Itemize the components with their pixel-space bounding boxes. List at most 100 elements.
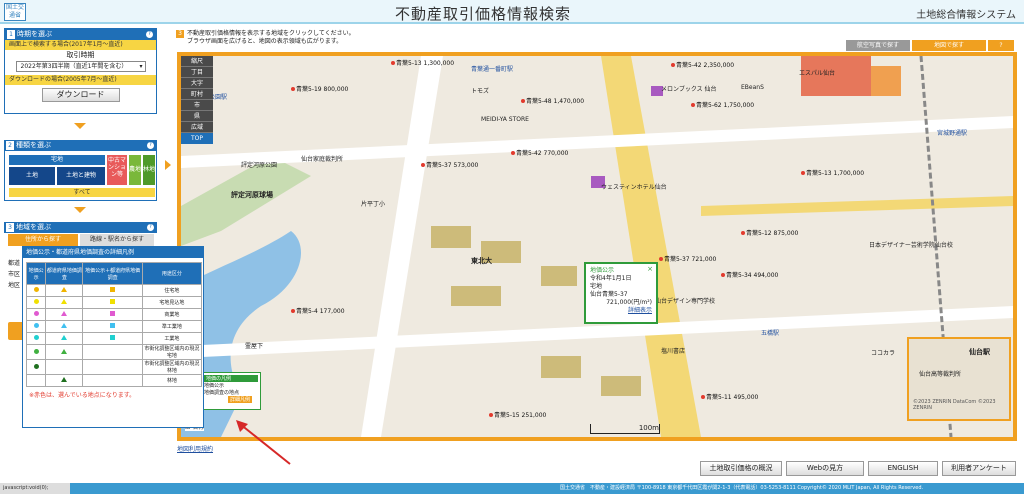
minimap[interactable]: 仙台高等裁判所 仙台駅 ©2023 ZENRIN DataCom ©2023 Z… <box>907 337 1011 421</box>
type-tochi[interactable]: 土地 <box>9 167 55 185</box>
legend-note: ※赤色は、選んでいる地点になります。 <box>29 392 136 399</box>
triangle-icon <box>61 299 68 304</box>
station-building <box>871 66 901 96</box>
arrow-right-icon <box>165 160 171 170</box>
layer-item[interactable]: 町村 <box>181 89 213 100</box>
chevron-down-icon: ▾ <box>139 63 143 70</box>
price-marker[interactable]: 青葉5-37 573,000 <box>421 160 478 169</box>
map-label[interactable]: 片平丁小 <box>361 199 385 208</box>
map-label[interactable]: 日本デザイナー芸術学院仙台校 <box>869 240 953 249</box>
price-marker[interactable]: 青葉5-4 177,000 <box>291 306 345 315</box>
legend-row: 市街化調整区域内の現況林地 <box>25 359 203 375</box>
campus-building <box>601 376 641 396</box>
map-label[interactable]: ウェスティンホテル仙台 <box>601 182 667 191</box>
footer-link-guide[interactable]: Webの見方 <box>786 461 864 476</box>
help-icon[interactable]: ? <box>147 224 154 231</box>
download-bar: ダウンロードの場合(2005年7月～直近) <box>5 75 156 85</box>
legend-row: 林地 <box>25 374 203 387</box>
price-marker[interactable]: 青葉5-42 770,000 <box>511 148 568 157</box>
layer-item[interactable]: 市 <box>181 100 213 111</box>
download-button[interactable]: ダウンロード <box>41 88 120 102</box>
tab-station[interactable]: 路線・駅名から探す <box>80 234 154 246</box>
period-select[interactable]: 2022年第3四半期（直近1年間を含む） ▾ <box>15 61 146 72</box>
map-label[interactable]: MEIDI-YA STORE <box>481 116 529 123</box>
tab-aerial-photo[interactable]: 航空写真で探す <box>846 40 910 51</box>
map-label[interactable]: EBeanS <box>741 84 764 91</box>
map-terms-link[interactable]: 地図利用規約 <box>177 444 213 453</box>
map-label[interactable]: エスパル仙台 <box>799 68 835 77</box>
legend-col: 用途区分 <box>141 262 203 285</box>
type-grid: 宅地 土地 土地と建物 中古マンション等 農地 林地 すべて <box>4 151 157 201</box>
price-marker[interactable]: 青葉5-13 1,700,000 <box>801 168 864 177</box>
step-number: 3 <box>6 223 14 232</box>
popup-detail-link[interactable]: 詳細表示 <box>628 307 652 314</box>
legend-row: 住宅地 <box>25 284 203 297</box>
map-label[interactable]: 青葉通一番町駅 <box>471 64 513 73</box>
close-icon[interactable]: × <box>647 265 653 273</box>
map-label[interactable]: 五橋駅 <box>761 328 779 337</box>
footer-link-survey[interactable]: 利用者アンケート <box>942 461 1016 476</box>
type-nochi[interactable]: 農地 <box>129 155 141 185</box>
price-marker[interactable]: 青葉5-48 1,470,000 <box>521 96 584 105</box>
minimap-label: 仙台高等裁判所 <box>919 371 962 378</box>
price-marker[interactable]: 青葉5-62 1,750,000 <box>691 100 754 109</box>
map-area[interactable]: 東北大 青葉通一番町駅 大町西公園駅 評定河原公園 評定河原球場 仙台家庭裁判所… <box>177 52 1017 441</box>
map-label[interactable]: ココカラ <box>871 348 895 357</box>
footer-link-english[interactable]: ENGLISH <box>868 461 938 476</box>
layer-top-button[interactable]: TOP <box>181 133 213 144</box>
price-marker[interactable]: 青葉5-34 494,000 <box>721 270 778 279</box>
detail-legend-button[interactable]: 詳細凡例 <box>228 396 253 403</box>
status-bar: javascript:void(0); 国土交通省 不動産・建設経済局 〒100… <box>0 483 1024 494</box>
map-label[interactable]: 評定河原球場 <box>231 190 273 200</box>
layer-item[interactable]: 丁目 <box>181 67 213 78</box>
type-all[interactable]: すべて <box>9 188 155 197</box>
legend-use: 宅地見込地 <box>141 296 203 309</box>
price-marker[interactable]: 青葉5-15 251,000 <box>489 410 546 419</box>
type-chuko[interactable]: 中古マンション等 <box>107 155 127 185</box>
legend-col: 地価公示＋都道府県地価調査 <box>82 262 143 285</box>
price-marker[interactable]: 青葉5-42 2,350,000 <box>671 60 734 69</box>
type-tochi-tatemono[interactable]: 土地と建物 <box>57 167 105 185</box>
price-marker-selected[interactable]: 青葉5-37 721,000 <box>659 254 716 263</box>
layer-item[interactable]: 広域 <box>181 122 213 133</box>
price-marker[interactable]: 青葉5-19 800,000 <box>291 84 348 93</box>
circle-icon <box>33 311 39 316</box>
square-icon <box>110 287 116 292</box>
type-takuchi[interactable]: 宅地 <box>9 155 105 165</box>
price-marker[interactable]: 青葉5-11 495,000 <box>701 392 758 401</box>
price-marker[interactable]: 青葉5-13 1,300,000 <box>391 58 454 67</box>
footer-link-overview[interactable]: 土地取引価格の概況 <box>700 461 782 476</box>
map-label[interactable]: 霊屋下 <box>245 341 263 350</box>
type-rinchi[interactable]: 林地 <box>143 155 155 185</box>
map-label[interactable]: 仙台家庭裁判所 <box>301 154 343 163</box>
map-label[interactable]: 仙台デザイン専門学校 <box>655 296 715 305</box>
map-label[interactable]: 宮城野通駅 <box>937 128 967 137</box>
map-label[interactable]: 東北大 <box>471 256 492 266</box>
triangle-icon <box>61 323 68 328</box>
tab-map[interactable]: 地図で探す <box>912 40 986 51</box>
square-icon <box>110 299 116 304</box>
legend-use: 工業地 <box>141 332 203 345</box>
legend-row: 市街化調整区域内の現況宅地 <box>25 344 203 360</box>
screen-search-bar: 画面上で検索する場合(2017年1月～直近) <box>5 40 156 50</box>
site-header: 国土交通省 不動産取引価格情報検索 土地総合情報システム <box>0 0 1024 24</box>
layer-list: 縮尺 丁目 大字 町村 市 県 広域 TOP <box>181 56 213 144</box>
map-label[interactable]: メロンブックス 仙台 <box>661 84 717 93</box>
map-label[interactable]: 評定河原公園 <box>241 160 277 169</box>
layer-item[interactable]: 県 <box>181 111 213 122</box>
help-icon[interactable]: ? <box>146 31 153 38</box>
circle-icon <box>33 335 39 340</box>
help-icon[interactable]: ? <box>147 142 154 149</box>
tab-help[interactable]: ? <box>988 40 1014 51</box>
layer-item[interactable]: 縮尺 <box>181 56 213 67</box>
map-label[interactable]: トモズ <box>471 86 489 95</box>
tab-address[interactable]: 住所から探す <box>8 234 78 246</box>
legend-row: 宅地見込地 <box>25 296 203 309</box>
map-label[interactable]: 塩川書店 <box>661 346 685 355</box>
legend-title: 地価公示・都道府県地価調査の詳細凡例 <box>23 247 203 258</box>
layer-item[interactable]: 大字 <box>181 78 213 89</box>
page-title: 不動産取引価格情報検索 <box>395 5 572 23</box>
legend-use: 商業地 <box>141 308 203 321</box>
price-marker[interactable]: 青葉5-12 875,000 <box>741 228 798 237</box>
mlit-logo[interactable]: 国土交通省 <box>4 3 26 21</box>
